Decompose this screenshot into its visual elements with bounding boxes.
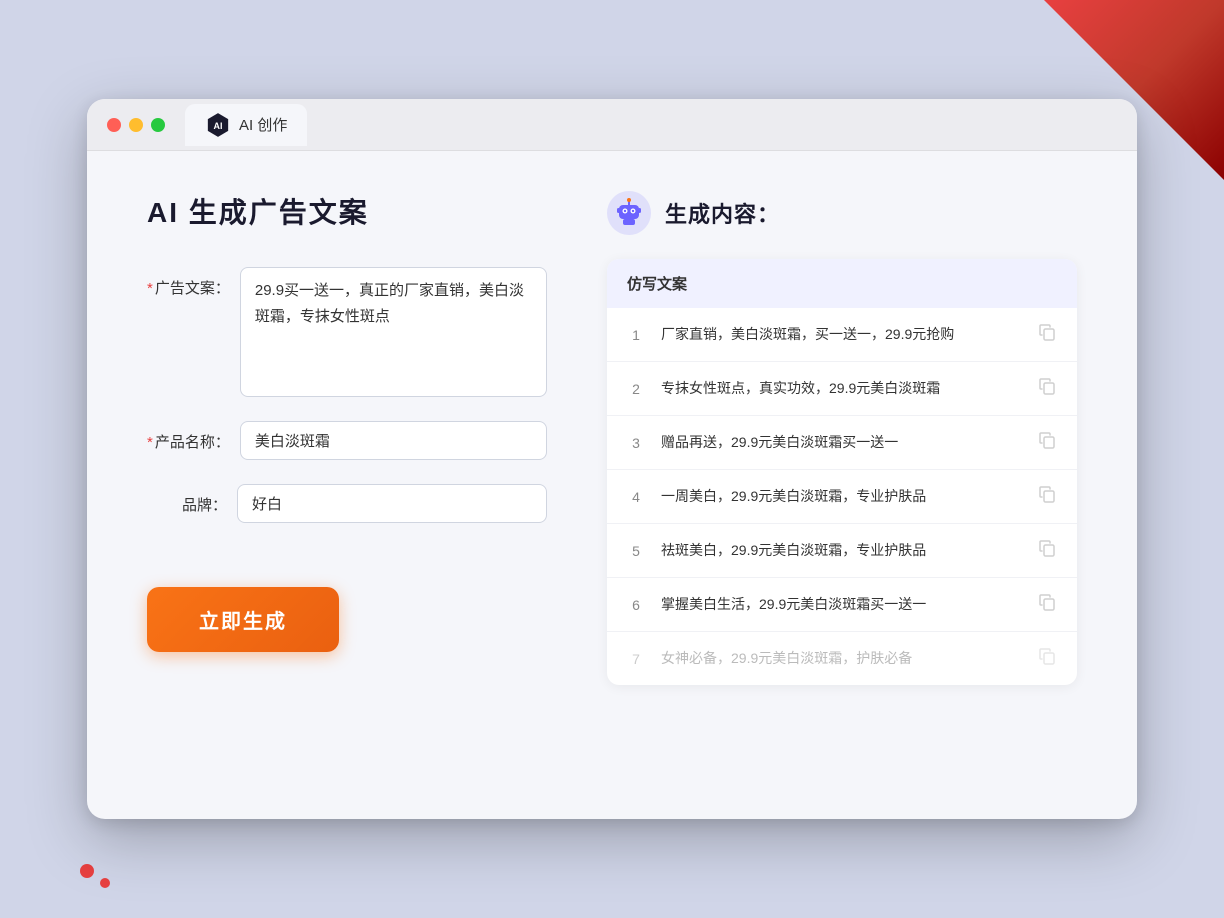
- row-number: 6: [627, 597, 645, 613]
- main-content: AI 生成广告文案 *广告文案： 29.9买一送一，真正的厂家直销，美白淡斑霜，…: [87, 151, 1137, 725]
- row-text: 一周美白，29.9元美白淡斑霜，专业护肤品: [661, 486, 1021, 507]
- left-panel: AI 生成广告文案 *广告文案： 29.9买一送一，真正的厂家直销，美白淡斑霜，…: [147, 191, 547, 685]
- product-name-input[interactable]: [240, 421, 547, 460]
- ai-tab-icon: AI: [205, 112, 231, 138]
- brand-label: 品牌：: [147, 484, 227, 515]
- right-panel: 生成内容： 仿写文案 1 厂家直销，美白淡斑霜，买一送一，29.9元抢购 2 专抹女…: [607, 191, 1077, 685]
- result-header: 生成内容：: [607, 191, 1077, 235]
- result-title: 生成内容：: [665, 197, 780, 229]
- product-name-required: *: [147, 434, 153, 451]
- copy-icon[interactable]: [1037, 322, 1057, 347]
- svg-text:AI: AI: [214, 121, 223, 131]
- row-number: 4: [627, 489, 645, 505]
- row-text: 专抹女性斑点，真实功效，29.9元美白淡斑霜: [661, 378, 1021, 399]
- browser-window: AI AI 创作 AI 生成广告文案 *广告文案： 29.9买一送一，真正的厂家…: [87, 99, 1137, 819]
- copy-icon[interactable]: [1037, 430, 1057, 455]
- robot-icon: [607, 191, 651, 235]
- generate-button-wrapper: 立即生成: [147, 547, 547, 652]
- row-number: 1: [627, 327, 645, 343]
- traffic-lights: [107, 118, 165, 132]
- corner-decoration-bottom-left: [80, 828, 160, 888]
- table-row: 7 女神必备，29.9元美白淡斑霜，护肤必备: [607, 632, 1077, 685]
- ad-copy-required: *: [147, 280, 153, 297]
- close-button[interactable]: [107, 118, 121, 132]
- ad-copy-label: *广告文案：: [147, 267, 230, 298]
- tab-ai-create[interactable]: AI AI 创作: [185, 104, 307, 146]
- copy-icon[interactable]: [1037, 592, 1057, 617]
- copy-icon[interactable]: [1037, 646, 1057, 671]
- result-rows-container: 1 厂家直销，美白淡斑霜，买一送一，29.9元抢购 2 专抹女性斑点，真实功效，29…: [607, 308, 1077, 685]
- row-text: 祛斑美白，29.9元美白淡斑霜，专业护肤品: [661, 540, 1021, 561]
- copy-icon[interactable]: [1037, 376, 1057, 401]
- result-table-header: 仿写文案: [607, 259, 1077, 308]
- minimize-button[interactable]: [129, 118, 143, 132]
- copy-icon[interactable]: [1037, 484, 1057, 509]
- result-table: 仿写文案 1 厂家直销，美白淡斑霜，买一送一，29.9元抢购 2 专抹女性斑点，真实…: [607, 259, 1077, 685]
- row-text: 掌握美白生活，29.9元美白淡斑霜买一送一: [661, 594, 1021, 615]
- tab-label: AI 创作: [239, 114, 287, 135]
- generate-button[interactable]: 立即生成: [147, 587, 339, 652]
- row-text: 女神必备，29.9元美白淡斑霜，护肤必备: [661, 648, 1021, 669]
- table-row: 2 专抹女性斑点，真实功效，29.9元美白淡斑霜: [607, 362, 1077, 416]
- table-row: 4 一周美白，29.9元美白淡斑霜，专业护肤品: [607, 470, 1077, 524]
- ad-copy-input[interactable]: 29.9买一送一，真正的厂家直销，美白淡斑霜，专抹女性斑点: [240, 267, 547, 397]
- table-row: 5 祛斑美白，29.9元美白淡斑霜，专业护肤品: [607, 524, 1077, 578]
- table-row: 3 赠品再送，29.9元美白淡斑霜买一送一: [607, 416, 1077, 470]
- brand-group: 品牌：: [147, 484, 547, 523]
- product-name-label: *产品名称：: [147, 421, 230, 452]
- product-name-group: *产品名称：: [147, 421, 547, 460]
- table-row: 6 掌握美白生活，29.9元美白淡斑霜买一送一: [607, 578, 1077, 632]
- copy-icon[interactable]: [1037, 538, 1057, 563]
- row-number: 5: [627, 543, 645, 559]
- row-number: 3: [627, 435, 645, 451]
- row-text: 厂家直销，美白淡斑霜，买一送一，29.9元抢购: [661, 324, 1021, 345]
- brand-input[interactable]: [237, 484, 547, 523]
- row-number: 7: [627, 651, 645, 667]
- maximize-button[interactable]: [151, 118, 165, 132]
- page-title: AI 生成广告文案: [147, 191, 547, 231]
- table-row: 1 厂家直销，美白淡斑霜，买一送一，29.9元抢购: [607, 308, 1077, 362]
- row-text: 赠品再送，29.9元美白淡斑霜买一送一: [661, 432, 1021, 453]
- row-number: 2: [627, 381, 645, 397]
- ad-copy-group: *广告文案： 29.9买一送一，真正的厂家直销，美白淡斑霜，专抹女性斑点: [147, 267, 547, 397]
- title-bar: AI AI 创作: [87, 99, 1137, 151]
